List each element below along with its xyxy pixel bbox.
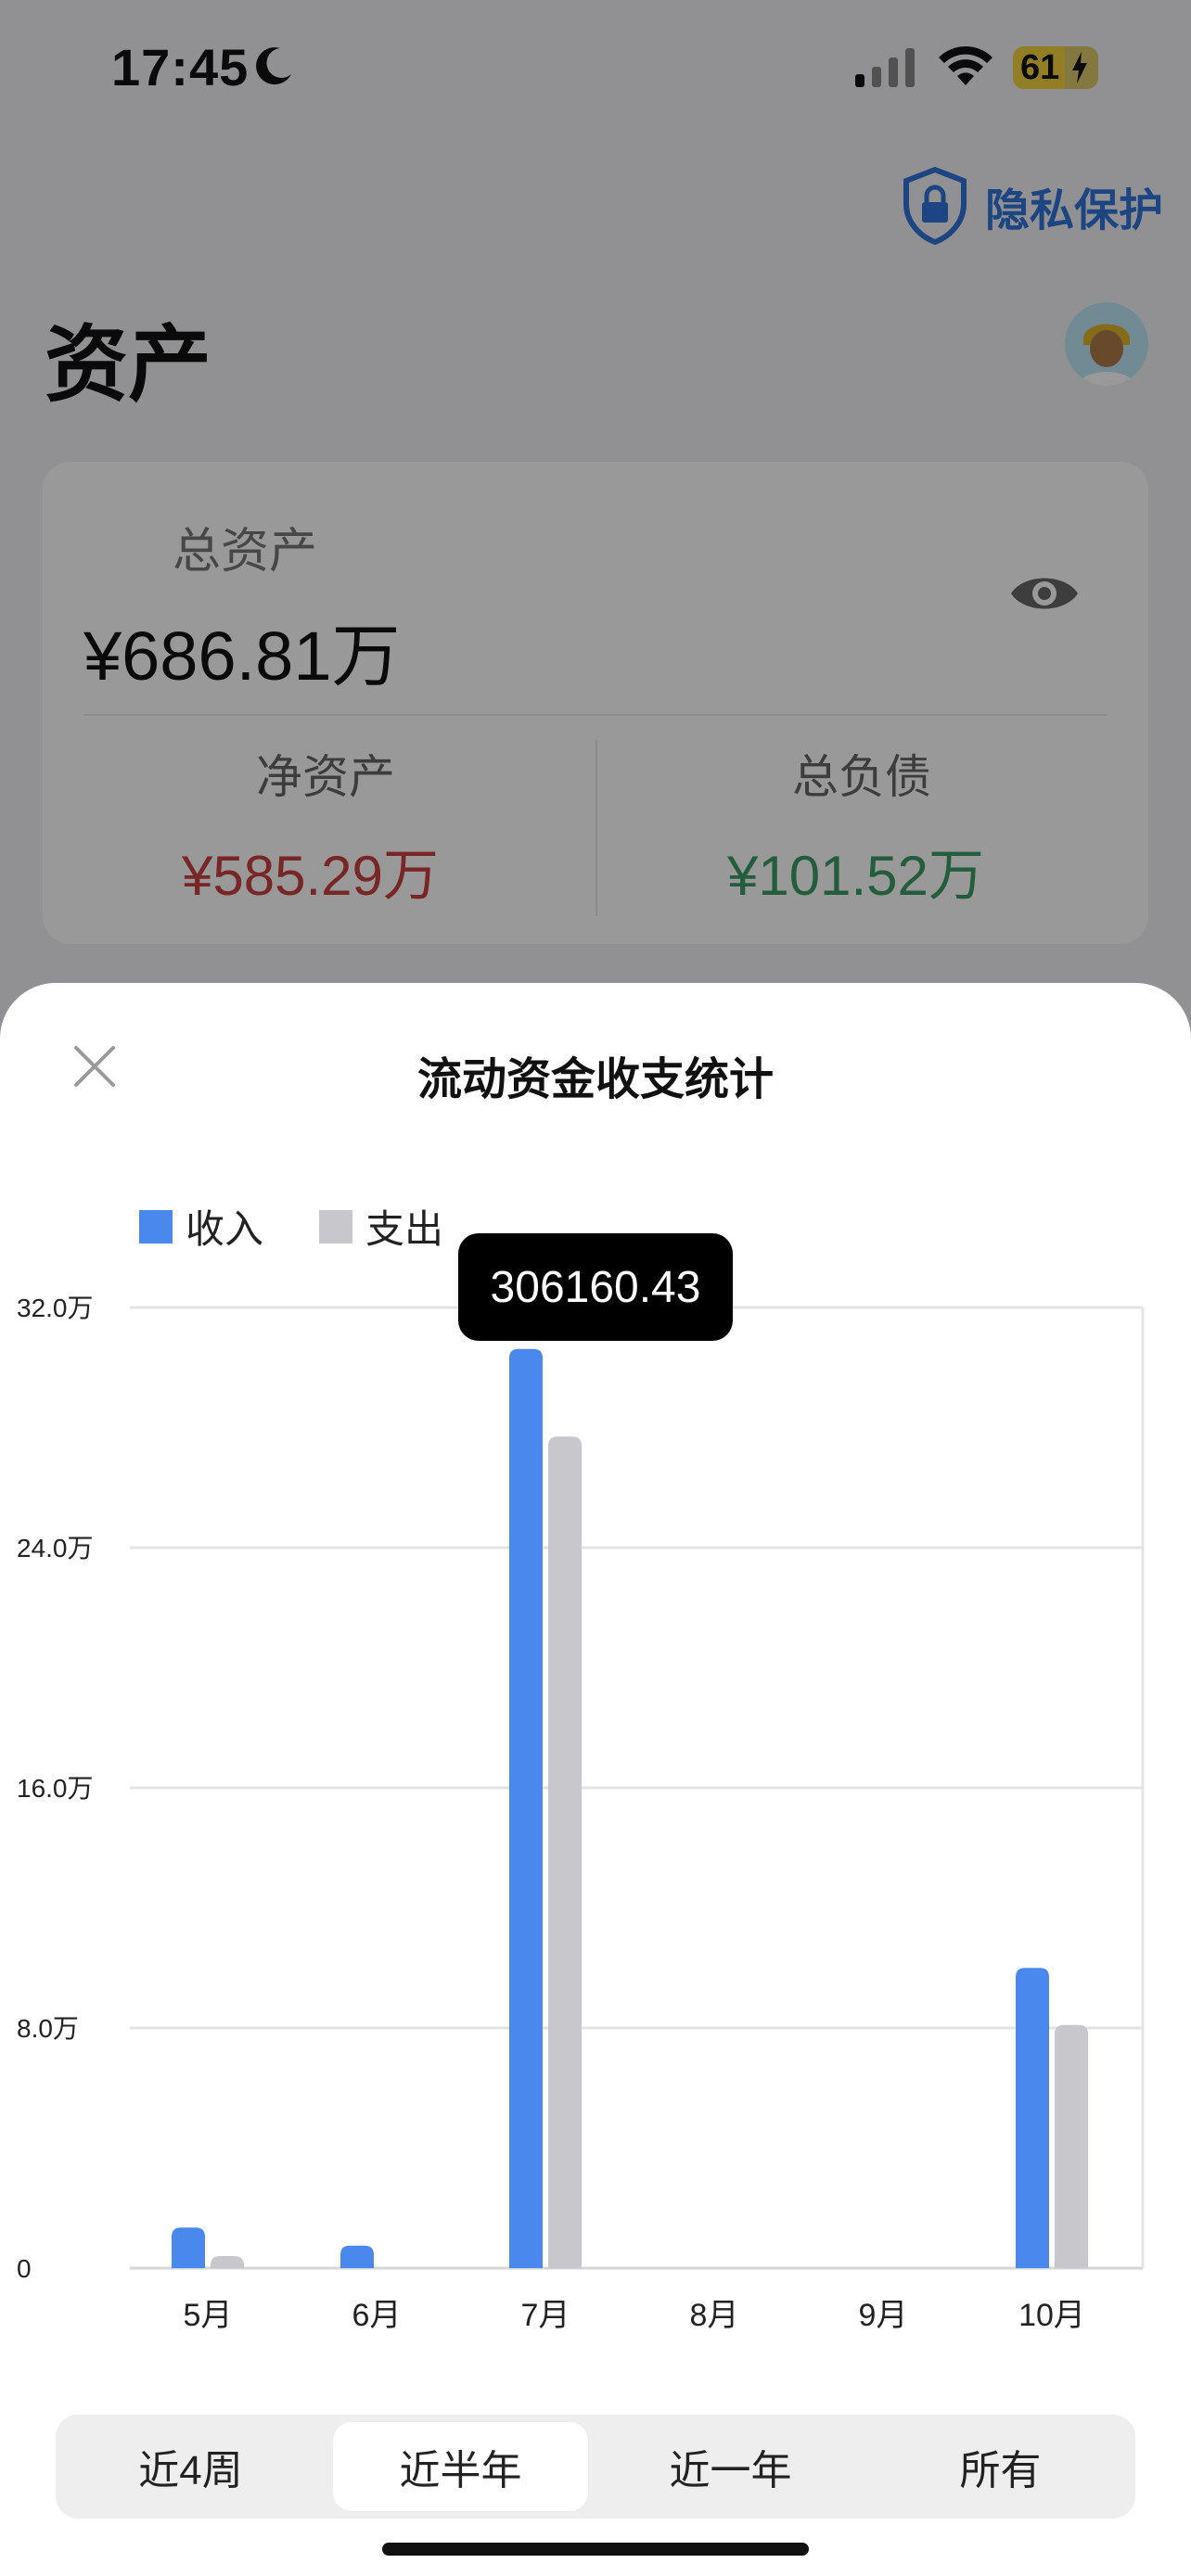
y-tick-label: 0: [17, 2254, 32, 2283]
bar-expense: [548, 1436, 582, 2268]
bar-value-tooltip: 306160.43: [458, 1233, 733, 1341]
x-tick-label: 9月: [859, 2298, 908, 2333]
y-tick-label: 16.0万: [17, 1774, 94, 1803]
home-indicator: [382, 2543, 809, 2556]
period-tab-all[interactable]: 所有: [873, 2422, 1128, 2511]
period-tab-one-year[interactable]: 近一年: [603, 2422, 858, 2511]
x-tick-label: 5月: [184, 2298, 233, 2333]
y-tick-label: 24.0万: [17, 1534, 94, 1562]
bar-expense: [211, 2256, 244, 2268]
bar-income: [1016, 1968, 1049, 2268]
x-tick-label: 10月: [1018, 2298, 1085, 2333]
y-tick-label: 32.0万: [17, 1294, 94, 1322]
period-tab-4-weeks[interactable]: 近4周: [63, 2422, 318, 2511]
period-tab-half-year[interactable]: 近半年: [333, 2422, 588, 2511]
bar-income: [340, 2245, 374, 2268]
cashflow-sheet: 流动资金收支统计 收入 支出 0 8.0万 16.0万 24.0万 32.0万 5月 6月 7…: [0, 983, 1191, 2576]
bar-income: [509, 1348, 543, 2268]
x-tick-label: 8月: [690, 2298, 739, 2333]
period-segmented-control: 近4周 近半年 近一年 所有: [56, 2415, 1135, 2519]
y-tick-label: 8.0万: [17, 2014, 79, 2043]
x-tick-label: 6月: [352, 2298, 402, 2333]
bar-income: [172, 2227, 205, 2268]
modal-overlay[interactable]: [0, 0, 1191, 1039]
income-expense-bar-chart[interactable]: 0 8.0万 16.0万 24.0万 32.0万 5月 6月 7月 8月 9月 10月: [0, 983, 1191, 2467]
bar-expense: [1055, 2024, 1088, 2268]
x-tick-label: 7月: [521, 2298, 570, 2333]
